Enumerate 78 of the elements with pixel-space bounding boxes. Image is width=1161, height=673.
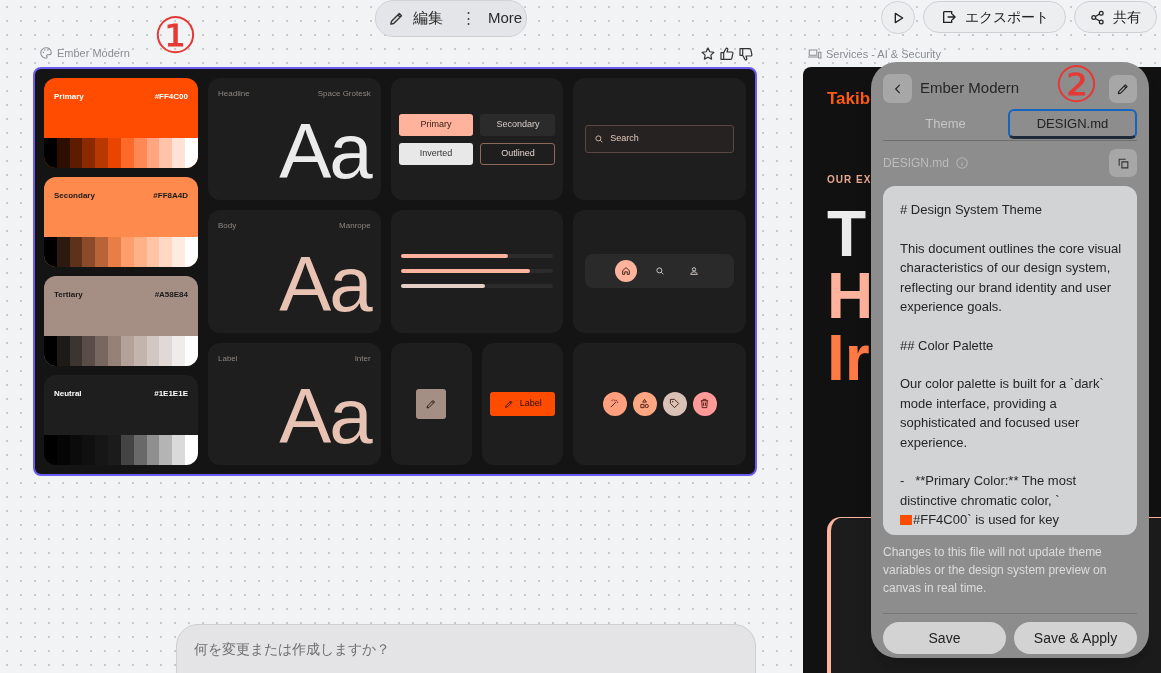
headline-text: Ir	[827, 326, 870, 389]
font-name: Inter	[354, 352, 371, 365]
more-button[interactable]: ⋮ More	[461, 7, 523, 30]
swatch-name: Secondary	[54, 190, 95, 202]
edit-button[interactable]	[1109, 74, 1137, 103]
shapes-icon	[639, 398, 651, 410]
swatch-hex: #A58E84	[154, 289, 188, 301]
annotation-number: ①	[153, 6, 198, 66]
pencil-icon	[425, 397, 438, 410]
save-button[interactable]: Save & Apply	[1014, 622, 1137, 654]
search-field[interactable]: Search	[585, 125, 734, 154]
document-paragraph: - **Primary Color:** The most distinctive chromatic color, `	[900, 472, 1078, 510]
font-name: Manrope	[339, 220, 371, 233]
eyebrow-text: OUR EX	[827, 172, 872, 187]
brand-name: Takib	[827, 88, 871, 110]
prompt-input[interactable]: 何を変更または作成しますか？	[176, 624, 756, 673]
swatch-name: Neutral	[54, 388, 82, 400]
document-paragraph: This document outlines the core visual characteristics of our design system, reflecting our brand identity and user experience goals.	[900, 239, 1122, 316]
type-role: Headline	[218, 88, 250, 100]
document-text: #FF4C00` is used for key	[913, 511, 1059, 529]
headline-text: H	[827, 264, 874, 327]
fab-button[interactable]	[692, 391, 717, 416]
icon-button[interactable]	[416, 388, 447, 419]
type-role: Body	[218, 220, 237, 233]
document-paragraph: Our color palette is built for a `dark` mode interface, providing a sophisticated and focused user experience.	[900, 375, 1105, 452]
thumbs-up-icon	[719, 46, 735, 62]
swatch-name: Tertiary	[54, 289, 83, 301]
fab-button[interactable]	[662, 391, 687, 416]
search-icon	[594, 134, 605, 145]
frame-title: Ember Modern	[57, 46, 130, 61]
document-paragraph: ## Color Palette	[900, 336, 995, 355]
share-button[interactable]: 共有	[1074, 1, 1157, 33]
fab-button[interactable]	[632, 391, 657, 416]
swatch-name: Primary	[54, 91, 84, 103]
info-icon	[955, 156, 969, 170]
markdown-editor[interactable]	[883, 186, 1137, 535]
swatch-hex: #FF4C00	[154, 91, 188, 103]
nav-item[interactable]	[614, 260, 637, 283]
edit-button[interactable]: 編集	[388, 7, 443, 30]
swatch-hex: #1E1E1E	[154, 388, 188, 400]
tab[interactable]: DESIGN.md	[1008, 109, 1137, 139]
export-icon	[940, 9, 957, 25]
home-icon	[620, 266, 631, 277]
help-text: Changes to this file will not update theme variables or the design system preview on canvas in real time.	[883, 544, 1108, 597]
wand-icon	[609, 398, 621, 410]
copy-icon	[1116, 156, 1130, 170]
type-sample: Aa	[279, 112, 371, 191]
thumbs-down-icon	[738, 46, 754, 62]
star-icon	[700, 46, 716, 62]
fab-button[interactable]	[602, 391, 627, 416]
type-sample: Aa	[279, 377, 371, 455]
swatch-hex: #FF8A4D	[153, 190, 188, 202]
sample-button[interactable]: Primary	[398, 113, 474, 136]
play-button[interactable]	[881, 1, 915, 34]
sample-button[interactable]: Secondary	[480, 113, 556, 136]
search-icon	[654, 266, 665, 277]
type-sample: Aa	[279, 244, 371, 323]
share-icon	[1090, 9, 1105, 25]
copy-button[interactable]	[1109, 149, 1137, 177]
devices-icon	[807, 47, 822, 62]
type-role: Label	[218, 352, 238, 365]
sample-button[interactable]: Outlined	[480, 142, 556, 165]
sample-button[interactable]: Inverted	[398, 142, 474, 165]
person-icon	[688, 266, 699, 277]
save-button[interactable]: Save	[883, 622, 1006, 654]
panel-title: Ember Modern	[920, 78, 1020, 99]
pencil-icon	[1116, 81, 1130, 96]
tag-icon	[669, 398, 681, 410]
pencil-icon	[503, 398, 514, 409]
pencil-icon	[388, 10, 405, 27]
frame-title: Services - AI & Security	[826, 47, 941, 62]
palette-icon	[39, 46, 53, 61]
export-button[interactable]: エクスポート	[923, 1, 1066, 33]
label-button[interactable]: Label	[490, 391, 556, 416]
font-name: Space Grotesk	[317, 88, 371, 100]
trash-icon	[699, 398, 711, 410]
document-paragraph: # Design System Theme	[900, 201, 1044, 219]
headline-text: T	[827, 202, 867, 265]
